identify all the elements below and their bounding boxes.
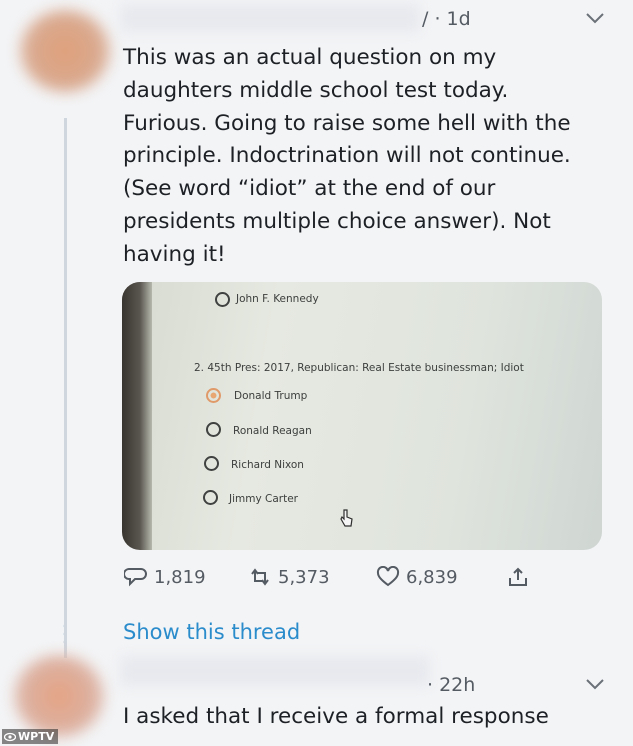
tweet-line: This was an actual question on my	[123, 45, 497, 70]
tweet-line: Furious. Going to raise some hell with t…	[123, 110, 571, 136]
tweet-body: I asked that I receive a formal response	[123, 704, 549, 729]
avatar[interactable]	[14, 655, 104, 737]
tweet-line: (See word “idiot” at the end of our	[123, 176, 496, 202]
watermark-text: WPTV	[18, 730, 55, 743]
share-button[interactable]	[506, 566, 530, 588]
reply-icon	[124, 568, 147, 587]
thread-connector-line	[64, 118, 67, 658]
chevron-down-icon[interactable]	[584, 10, 606, 26]
show-thread-link[interactable]: Show this thread	[123, 620, 300, 644]
radio-icon	[203, 490, 218, 505]
thread-dots-icon	[63, 624, 67, 644]
avatar[interactable]	[20, 10, 110, 92]
option-label: Richard Nixon	[231, 459, 304, 471]
option-label: John F. Kennedy	[236, 293, 319, 305]
screen-bezel	[122, 282, 152, 550]
blurred-username	[120, 4, 420, 32]
reply-button[interactable]: 1,819	[124, 566, 206, 588]
tweet-line: daughters middle school test today.	[123, 77, 509, 103]
eye-logo-icon	[4, 732, 16, 741]
chevron-down-icon[interactable]	[584, 676, 606, 692]
radio-icon	[215, 292, 230, 307]
retweet-button[interactable]: 5,373	[248, 566, 330, 588]
question-text: 2. 45th Pres: 2017, Republican: Real Est…	[194, 362, 524, 374]
tweet-timestamp[interactable]: · 22h	[427, 674, 475, 696]
reply-count: 1,819	[154, 566, 206, 588]
retweet-icon	[251, 568, 269, 586]
wptv-watermark: WPTV	[2, 729, 59, 744]
blurred-username	[120, 656, 430, 686]
tweet-line: having it!	[123, 241, 226, 267]
retweet-count: 5,373	[278, 566, 330, 588]
tweet-media-image[interactable]: John F. Kennedy 2. 45th Pres: 2017, Repu…	[122, 282, 602, 550]
tweet-line: principle. Indoctrination will not conti…	[123, 143, 571, 169]
heart-icon	[376, 566, 400, 587]
hand-cursor-icon	[340, 509, 353, 527]
radio-icon	[204, 456, 219, 471]
tweet-timestamp[interactable]: / · 1d	[422, 8, 471, 30]
radio-selected-icon	[206, 388, 221, 403]
tweet-line: presidents multiple choice answer). Not	[123, 208, 551, 234]
option-label: Donald Trump	[234, 390, 308, 402]
like-count: 6,839	[406, 566, 458, 588]
radio-icon	[206, 422, 221, 437]
option-label: Ronald Reagan	[233, 425, 312, 437]
tweet-body: This was an actual question on my daught…	[123, 42, 613, 272]
share-icon	[509, 567, 527, 586]
option-label: Jimmy Carter	[229, 493, 298, 505]
like-button[interactable]: 6,839	[376, 566, 458, 588]
